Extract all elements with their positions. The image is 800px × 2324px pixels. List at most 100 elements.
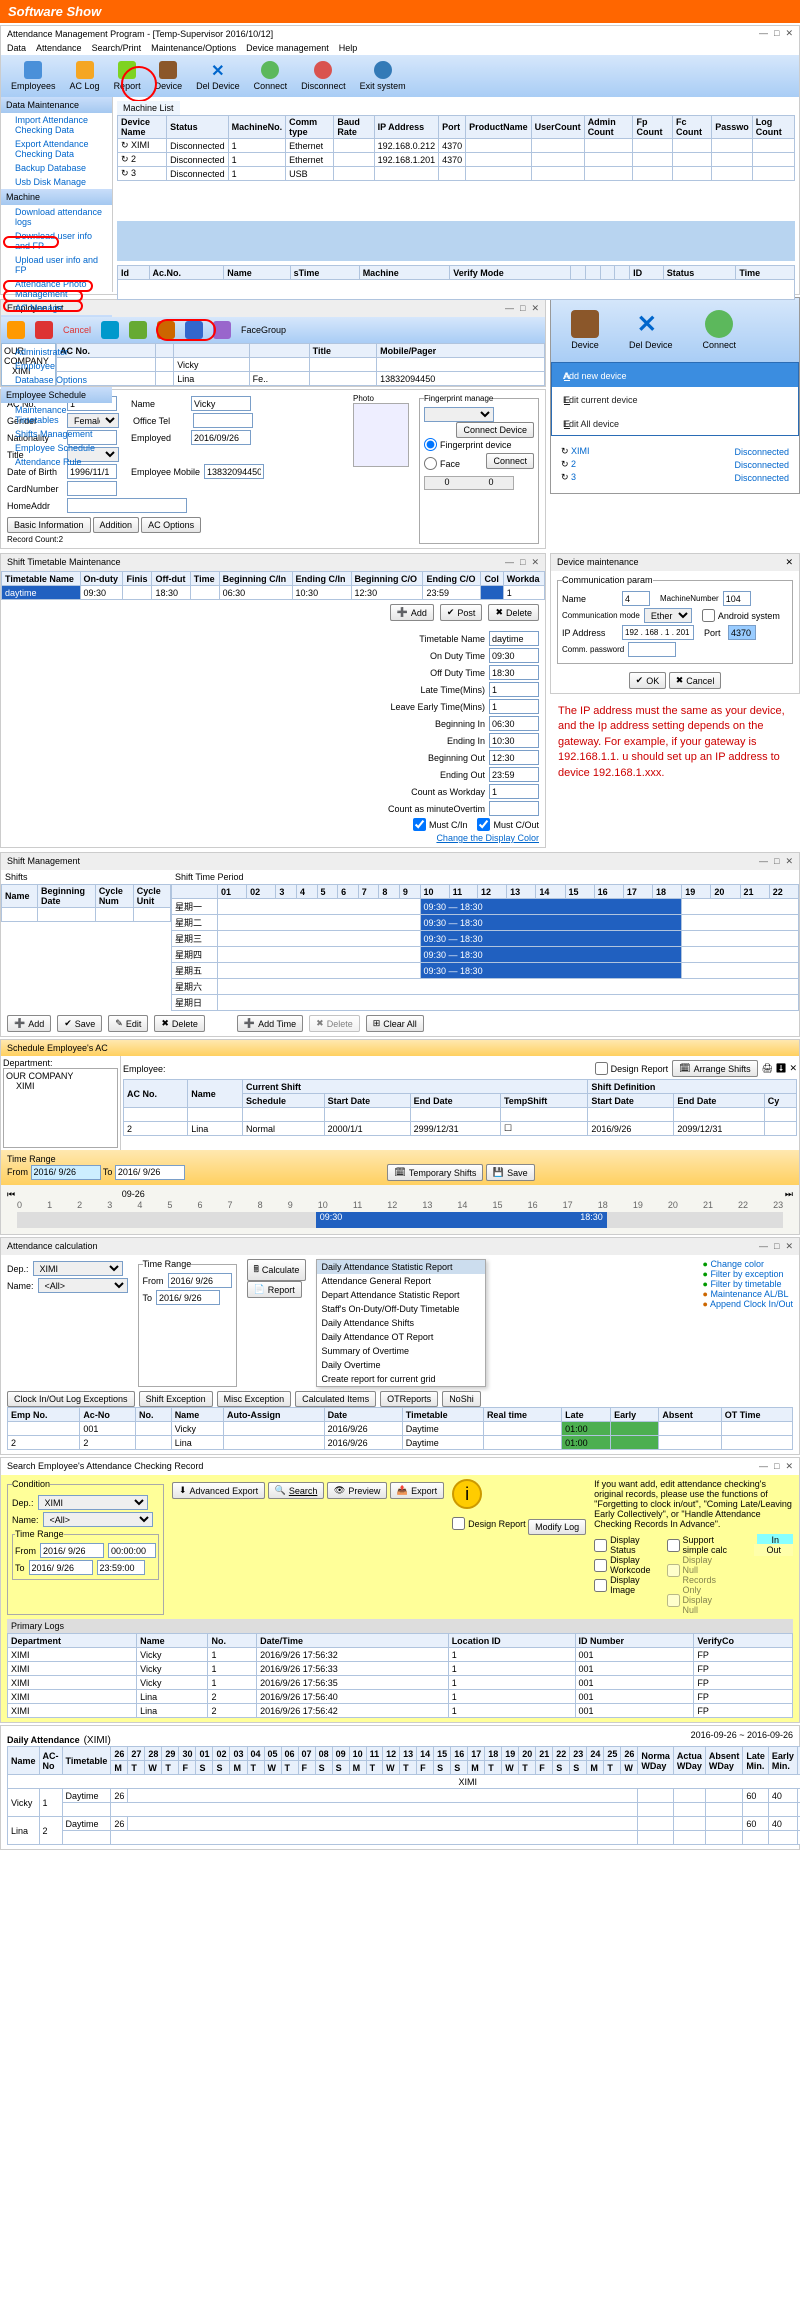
save-btn[interactable]: 💾 Save	[486, 1164, 535, 1181]
tab-calc[interactable]: Calculated Items	[295, 1391, 376, 1407]
edit-btn[interactable]: ✎ Edit	[108, 1015, 148, 1032]
tool-icon[interactable]	[7, 321, 25, 339]
rep-item[interactable]: Create report for current grid	[317, 1372, 485, 1386]
side-acmanage[interactable]: AC Manage	[1, 301, 112, 315]
link-ftt[interactable]: Filter by timetable	[710, 1279, 781, 1289]
report-btn[interactable]: 📄 Report	[247, 1281, 302, 1298]
s-dep[interactable]: XIMI	[38, 1495, 148, 1510]
search-btn[interactable]: 🔍 Search	[268, 1482, 325, 1499]
col-pn[interactable]: ProductName	[466, 116, 532, 139]
col-pw[interactable]: Passwo	[712, 116, 753, 139]
cw-input[interactable]	[489, 784, 539, 799]
s-t1[interactable]	[108, 1543, 156, 1558]
col-fc[interactable]: Fc Count	[672, 116, 711, 139]
arrange-btn[interactable]: 🗓 Arrange Shifts	[672, 1060, 757, 1077]
tab-basic[interactable]: Basic Information	[7, 517, 91, 533]
col-ac[interactable]: Admin Count	[584, 116, 633, 139]
tool-icon[interactable]	[213, 321, 231, 339]
side-attrule[interactable]: Attendance Rule	[1, 455, 112, 469]
s-t2[interactable]	[97, 1560, 145, 1575]
max-icon[interactable]: □	[774, 28, 779, 39]
side-admin[interactable]: Administrator	[1, 345, 112, 359]
side-shifts[interactable]: Shifts Management	[1, 427, 112, 441]
from-date[interactable]	[31, 1165, 101, 1180]
dm-cp[interactable]	[628, 642, 676, 657]
tempshift-btn[interactable]: 🗓 Temporary Shifts	[387, 1164, 483, 1181]
table-row[interactable]: Vicky	[57, 358, 545, 372]
table-row[interactable]: XIMIVicky12016/9/26 17:56:351001FP	[8, 1676, 793, 1690]
off-input[interactable]	[193, 413, 253, 428]
tool-icon[interactable]	[129, 321, 147, 339]
dr-chk[interactable]	[452, 1517, 465, 1530]
tb-report[interactable]: Report	[110, 59, 145, 93]
zoom-connect-btn[interactable]: Connect	[695, 306, 745, 354]
table-row[interactable]: LinaFe..13832094450	[57, 372, 545, 386]
connect-device-btn[interactable]: Connect Device	[456, 422, 534, 438]
fp-radio[interactable]	[424, 438, 437, 451]
col-mn[interactable]: MachineNo.	[228, 116, 286, 139]
table-row[interactable]: XIMIVicky12016/9/26 17:56:331001FP	[8, 1662, 793, 1676]
tool-icon[interactable]	[157, 321, 175, 339]
face-radio[interactable]	[424, 457, 437, 470]
tb-employees[interactable]: Employees	[7, 59, 60, 93]
table-row[interactable]: XIMILina22016/9/26 17:56:421001FP	[8, 1704, 793, 1718]
emob-input[interactable]	[204, 464, 264, 479]
col-st[interactable]: Status	[167, 116, 229, 139]
menu-add-device[interactable]: AAdd new device	[552, 363, 798, 387]
side-backup[interactable]: Backup Database	[1, 161, 112, 175]
dw-chk[interactable]	[594, 1559, 607, 1572]
min-icon[interactable]: —	[759, 28, 768, 39]
menu-device[interactable]: Device management	[246, 43, 329, 53]
preview-btn[interactable]: 👁 Preview	[327, 1482, 387, 1499]
tab-ot[interactable]: OTReports	[380, 1391, 438, 1407]
dept-sub[interactable]: XIMI	[6, 1081, 115, 1091]
table-row[interactable]: 001Vicky2016/9/26Daytime01:00	[8, 1422, 793, 1436]
di-chk[interactable]	[594, 1579, 607, 1592]
android-chk[interactable]	[702, 609, 715, 622]
ei-input[interactable]	[489, 733, 539, 748]
menu-edit-all[interactable]: EEdit All device	[552, 411, 798, 435]
add-btn[interactable]: ➕ Add	[390, 604, 434, 621]
calculate-btn[interactable]: 🖩 Calculate	[247, 1259, 307, 1281]
close-icon[interactable]: ✕	[785, 28, 793, 39]
tab-miscex[interactable]: Misc Exception	[217, 1391, 292, 1407]
table-row[interactable]: Normal2016/9/261Week	[2, 908, 171, 922]
rep-item[interactable]: Daily Overtime	[317, 1358, 485, 1372]
dm-name[interactable]	[622, 591, 650, 606]
table-row[interactable]: ▶1VickyNormal2000/1/12999/12/31☐2016/9/2…	[124, 1108, 797, 1122]
tab-addition[interactable]: Addition	[93, 517, 140, 533]
table-row[interactable]: 22Lina2016/9/26Daytime01:00	[8, 1436, 793, 1450]
link-append[interactable]: Append Clock In/Out	[710, 1299, 793, 1309]
side-usb[interactable]: Usb Disk Manage	[1, 175, 112, 189]
tool-icon[interactable]	[185, 321, 203, 339]
enroll-btn[interactable]: Connect	[486, 453, 534, 469]
side-db[interactable]: Database Options	[1, 373, 112, 387]
side-import[interactable]: Import Attendance Checking Data	[1, 113, 112, 137]
table-row[interactable]: ↻ 2Disconnected1Ethernet192.168.1.201437…	[118, 153, 795, 167]
menu-search[interactable]: Search/Print	[92, 43, 142, 53]
tab-shiftex[interactable]: Shift Exception	[139, 1391, 213, 1407]
rep-item[interactable]: Daily Attendance Statistic Report	[317, 1260, 485, 1274]
home-input[interactable]	[67, 498, 187, 513]
link-fex[interactable]: Filter by exception	[710, 1269, 783, 1279]
dr-chk[interactable]	[595, 1062, 608, 1075]
fp-select[interactable]	[424, 407, 494, 422]
ds-chk[interactable]	[594, 1539, 607, 1552]
addtime-btn[interactable]: ➕ Add Time	[237, 1015, 303, 1032]
col-fp[interactable]: Fp Count	[633, 116, 673, 139]
tb-deldevice[interactable]: ✕Del Device	[192, 59, 244, 93]
color-link[interactable]: Change the Display Color	[436, 833, 539, 843]
mustcin-chk[interactable]	[413, 818, 426, 831]
on-input[interactable]	[489, 648, 539, 663]
calc-from[interactable]	[168, 1273, 232, 1288]
tool-icon[interactable]	[35, 321, 53, 339]
tb-connect[interactable]: Connect	[250, 59, 292, 93]
side-dl-att[interactable]: Download attendance logs	[1, 205, 112, 229]
leave-input[interactable]	[489, 699, 539, 714]
rep-item[interactable]: Summary of Overtime	[317, 1344, 485, 1358]
col-dn[interactable]: Device Name	[118, 116, 167, 139]
deltime-btn[interactable]: ✖ Delete	[309, 1015, 360, 1032]
dep-select[interactable]: XIMI	[33, 1261, 123, 1276]
eo-input[interactable]	[489, 767, 539, 782]
late-input[interactable]	[489, 682, 539, 697]
